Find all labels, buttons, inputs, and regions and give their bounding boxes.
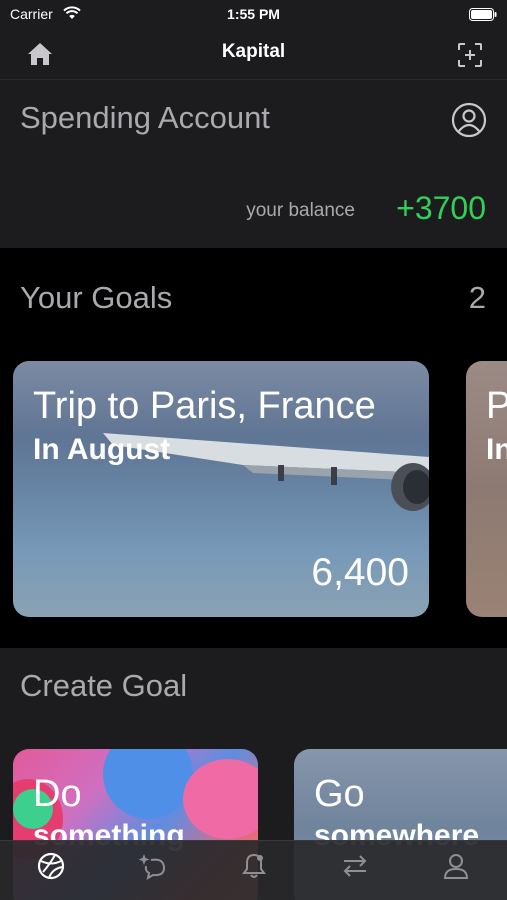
transfer-arrows-icon [343,855,367,877]
goals-count: 2 [468,280,486,315]
goal-title: P [486,385,507,427]
tab-transfers[interactable] [304,841,405,900]
spending-account-section: Spending Account your balance +3700 [0,80,507,248]
status-bar: Carrier 1:55 PM [0,0,507,30]
battery-icon [469,8,497,21]
goal-card-next[interactable]: P In [466,361,507,617]
goal-subtitle: In [486,433,507,466]
goals-header: Your Goals 2 [0,268,507,328]
balloon-image [103,749,193,819]
tab-notifications[interactable] [203,841,304,900]
create-card-title: Go [314,773,365,815]
tab-ideas[interactable] [101,841,202,900]
create-card-title: Do [33,773,82,815]
goals-title: Your Goals [20,280,173,315]
person-icon [444,854,469,879]
balance-value: +3700 [396,190,486,226]
balloon-image [183,759,258,839]
goal-title: Trip to Paris, France [33,385,376,427]
goal-card-paris[interactable]: Trip to Paris, France In August 6,400 [13,361,429,617]
balance-label: your balance [246,200,355,221]
tab-globe[interactable] [0,841,101,900]
globe-icon [37,852,64,880]
profile-icon[interactable] [451,102,487,138]
tab-profile[interactable] [406,841,507,900]
goal-amount: 6,400 [311,551,409,594]
nav-bar: Kapital [0,30,507,80]
page-title: Kapital [221,41,286,62]
spending-account-title: Spending Account [20,100,270,135]
bell-icon [241,853,266,878]
scan-icon[interactable] [457,42,483,68]
goal-subtitle: In August [33,433,171,466]
create-goal-title: Create Goal [20,668,188,703]
tab-bar [0,840,507,900]
status-time: 1:55 PM [227,6,280,22]
sparkle-chat-icon [138,854,166,881]
